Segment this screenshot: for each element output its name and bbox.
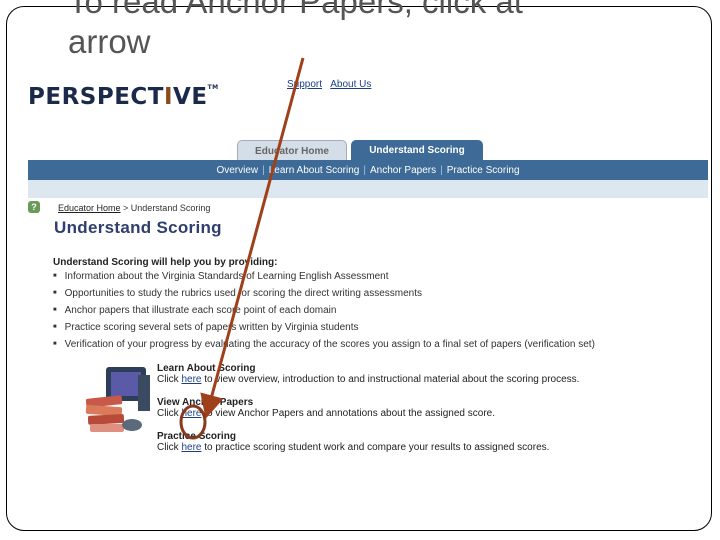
- sections: Learn About Scoring Click here to view o…: [157, 363, 579, 465]
- section-text: Click: [157, 408, 182, 419]
- list-item: Anchor papers that illustrate each score…: [53, 304, 595, 321]
- tab-understand-scoring[interactable]: Understand Scoring: [351, 140, 483, 160]
- section-text: to view Anchor Papers and annotations ab…: [201, 408, 495, 419]
- list-item: Opportunities to study the rubrics used …: [53, 287, 595, 304]
- subnav-learn-about-scoring[interactable]: Learn About Scoring: [265, 165, 364, 176]
- breadcrumb-separator: >: [120, 203, 131, 213]
- book-shape: [90, 424, 124, 432]
- section-heading: View Anchor Papers: [157, 397, 254, 408]
- logo-tm: TM: [207, 84, 219, 91]
- intro-text: Understand Scoring will help you by prov…: [53, 257, 278, 268]
- logo-text-i: I: [163, 84, 174, 110]
- section-text: to view overview, introduction to and in…: [201, 374, 580, 385]
- perspective-logo[interactable]: PERSPECTIVETM: [28, 84, 219, 110]
- breadcrumb-current: Understand Scoring: [130, 203, 211, 213]
- main-tabs: Educator Home Understand Scoring: [237, 140, 483, 161]
- monitor-body: [138, 375, 150, 411]
- feature-list: Information about the Virginia Standards…: [53, 270, 595, 355]
- slide-title-line2: arrow: [68, 23, 151, 61]
- list-item: Information about the Virginia Standards…: [53, 270, 595, 287]
- sub-bar: [28, 180, 708, 198]
- list-item: Verification of your progress by evaluat…: [53, 338, 595, 355]
- section-text: Click: [157, 374, 182, 385]
- section-heading: Practice Scoring: [157, 431, 236, 442]
- anchor-papers-here-link[interactable]: here: [181, 408, 201, 419]
- subnav-bar: Overview | Learn About Scoring | Anchor …: [28, 160, 708, 180]
- top-links: Support About Us: [287, 79, 377, 90]
- section-text: Click: [157, 442, 182, 453]
- practice-scoring-here-link[interactable]: here: [181, 442, 201, 453]
- section-text: to practice scoring student work and com…: [201, 442, 550, 453]
- monitor-screen: [111, 372, 141, 396]
- list-item: Practice scoring several sets of papers …: [53, 321, 595, 338]
- help-icon[interactable]: ?: [28, 201, 40, 213]
- logo-text-a: PERSPECT: [28, 84, 164, 110]
- about-us-link[interactable]: About Us: [330, 79, 371, 90]
- slide-title-line1: To read Anchor Papers, click at: [68, 0, 523, 20]
- subnav-practice-scoring[interactable]: Practice Scoring: [443, 165, 524, 176]
- section-heading: Learn About Scoring: [157, 363, 256, 374]
- section-practice-scoring: Practice Scoring Click here to practice …: [157, 431, 579, 465]
- breadcrumb: Educator Home > Understand Scoring: [58, 203, 210, 213]
- subnav-overview[interactable]: Overview: [212, 165, 262, 176]
- slide-title: To read Anchor Papers, click at arrow: [68, 0, 523, 63]
- page-title: Understand Scoring: [54, 218, 222, 237]
- learn-about-scoring-here-link[interactable]: here: [181, 374, 201, 385]
- books-computer-illustration: [85, 367, 150, 432]
- support-link[interactable]: Support: [287, 79, 322, 90]
- section-view-anchor-papers: View Anchor Papers Click here to view An…: [157, 397, 579, 431]
- section-learn-about-scoring: Learn About Scoring Click here to view o…: [157, 363, 579, 397]
- book-shape: [87, 414, 125, 425]
- logo-text-b: VE: [173, 84, 208, 110]
- breadcrumb-educator-home[interactable]: Educator Home: [58, 203, 121, 213]
- subnav-anchor-papers[interactable]: Anchor Papers: [366, 165, 440, 176]
- tab-educator-home[interactable]: Educator Home: [237, 140, 347, 161]
- mouse-shape: [122, 419, 142, 431]
